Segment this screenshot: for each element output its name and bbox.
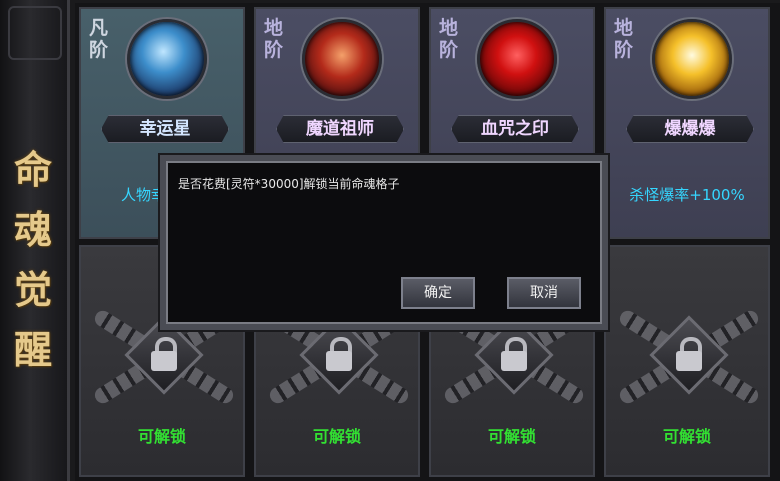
demon-master-icon <box>302 19 382 99</box>
unlock-label: 可解锁 <box>312 427 361 446</box>
padlock-icon <box>498 337 530 373</box>
rank-label: 地阶 <box>614 17 634 61</box>
blood-curse-icon <box>477 19 557 99</box>
soul-card-explosion[interactable]: 地阶 爆爆爆 杀怪爆率+100% <box>604 7 770 239</box>
title-char: 觉 <box>13 267 52 312</box>
unlock-confirm-dialog: 是否花费[灵符*30000]解锁当前命魂格子 确定 取消 <box>158 153 610 332</box>
unlock-label: 可解锁 <box>137 427 186 446</box>
rank-label: 地阶 <box>439 17 459 61</box>
unlock-label: 可解锁 <box>487 427 536 446</box>
ornament <box>8 6 62 60</box>
card-effect: 杀怪爆率+100% <box>629 186 745 204</box>
dialog-message: 是否花费[灵符*30000]解锁当前命魂格子 <box>178 177 400 191</box>
confirm-button[interactable]: 确定 <box>401 277 475 309</box>
title-char: 命 <box>13 147 52 192</box>
chain-lock <box>616 307 762 407</box>
title-char: 魂 <box>13 207 52 252</box>
card-name: 幸运星 <box>101 115 229 143</box>
page-title: 命 魂 觉 醒 <box>0 140 66 380</box>
rank-label: 凡阶 <box>89 17 109 61</box>
locked-slot[interactable]: 可解锁 <box>604 245 770 477</box>
cancel-button[interactable]: 取消 <box>507 277 581 309</box>
sidebar: 命 魂 觉 醒 <box>0 0 70 481</box>
padlock-icon <box>323 337 355 373</box>
card-name: 魔道祖师 <box>276 115 404 143</box>
unlock-label: 可解锁 <box>662 427 711 446</box>
title-char: 醒 <box>13 327 52 372</box>
padlock-icon <box>673 337 705 373</box>
lucky-star-icon <box>127 19 207 99</box>
card-name: 血咒之印 <box>451 115 579 143</box>
card-name: 爆爆爆 <box>626 115 754 143</box>
rank-label: 地阶 <box>264 17 284 61</box>
explosion-icon <box>652 19 732 99</box>
padlock-icon <box>148 337 180 373</box>
